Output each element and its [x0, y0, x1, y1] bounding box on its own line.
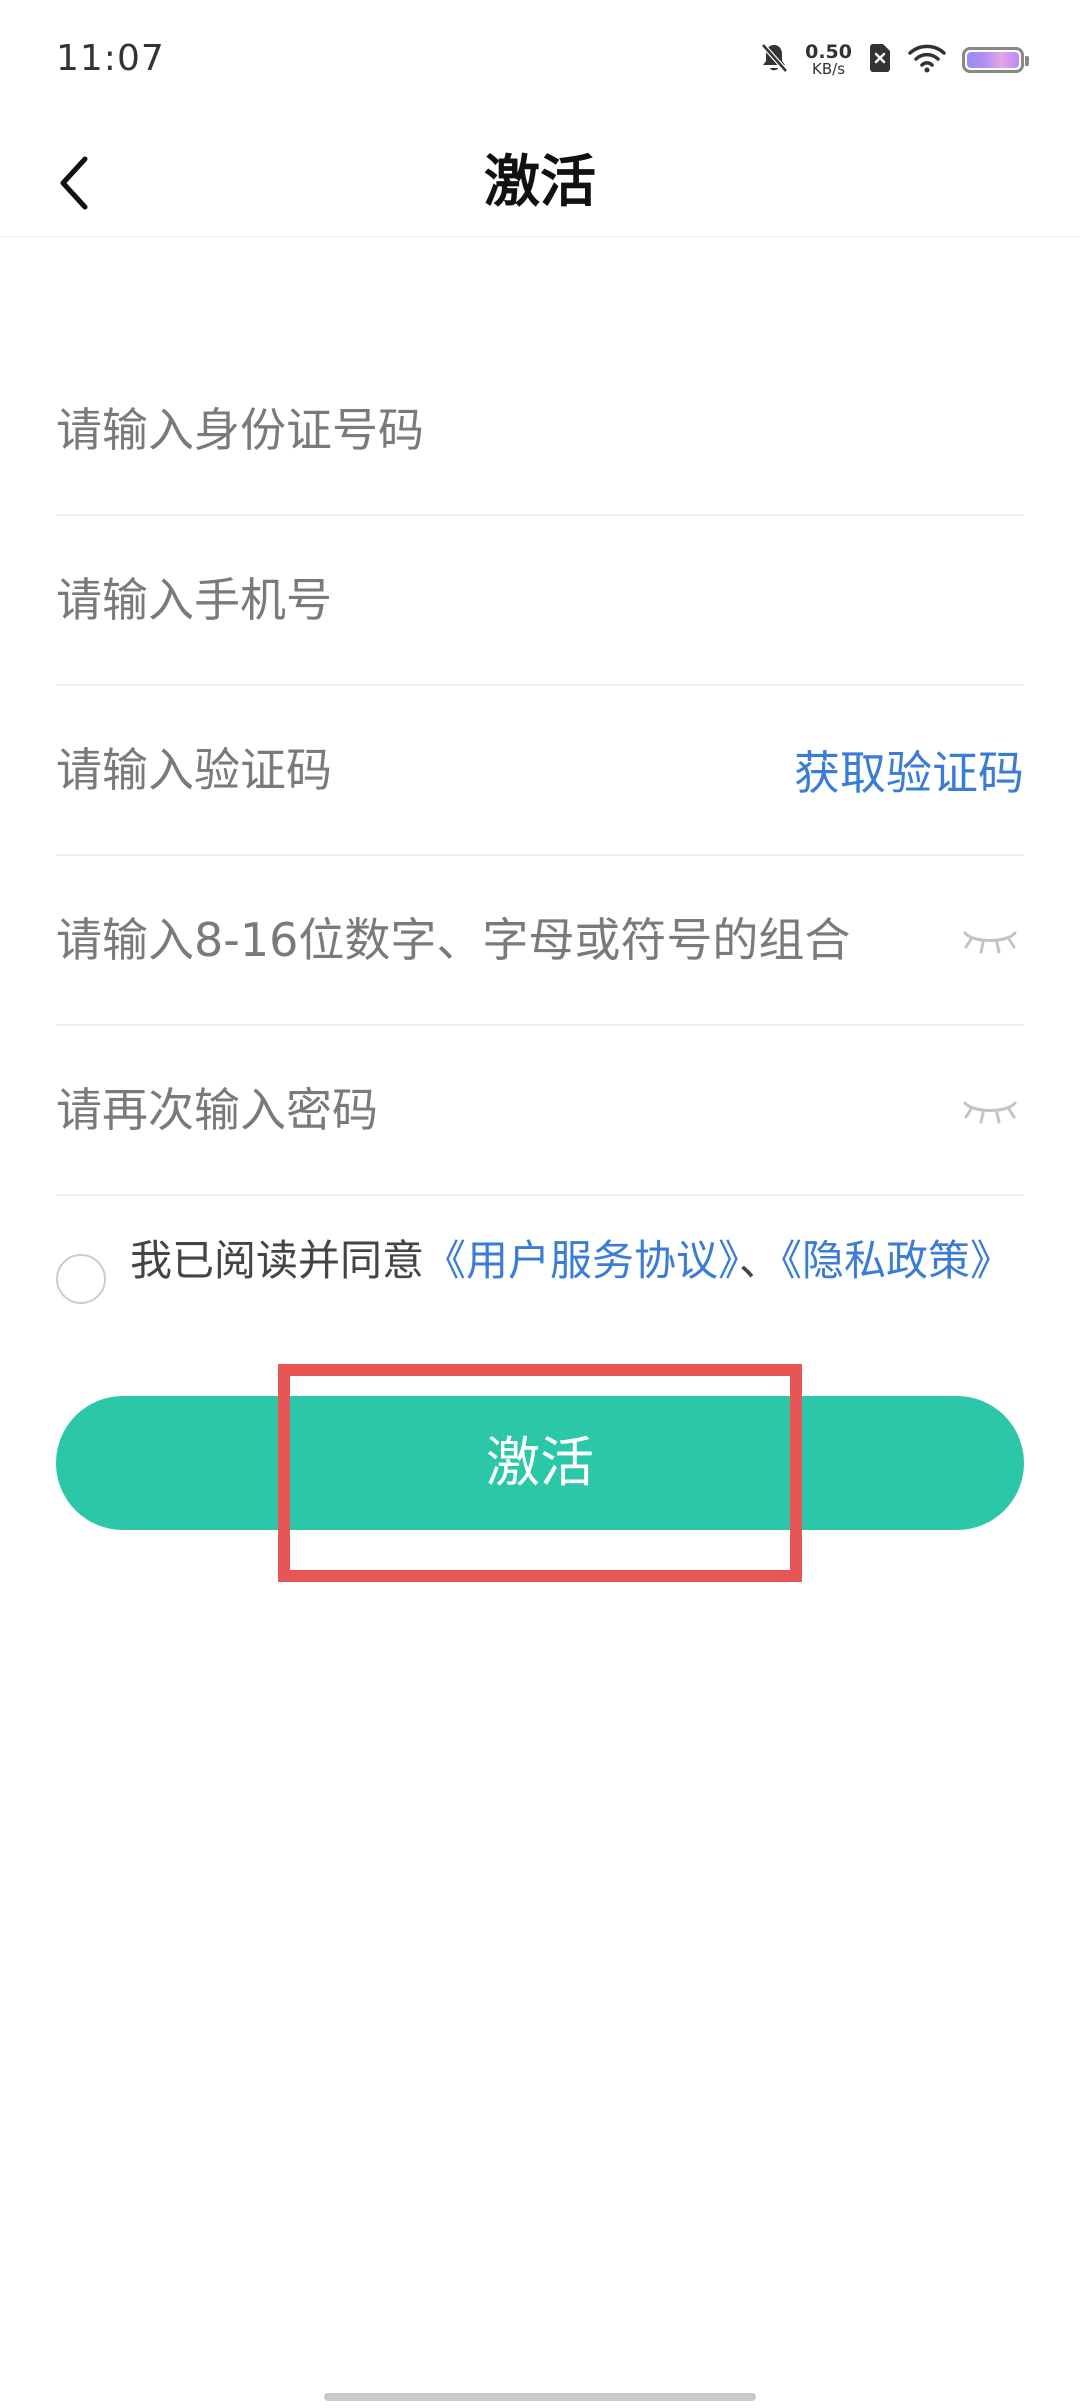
activation-form: 获取验证码	[56, 346, 1024, 1196]
user-agreement-link[interactable]: 《用户服务协议》	[424, 1236, 739, 1285]
password-input[interactable]	[56, 913, 936, 967]
agreement-separator: 、	[739, 1236, 782, 1285]
agreement-radio[interactable]	[56, 1254, 106, 1304]
id-number-input[interactable]	[56, 403, 1024, 457]
agreement-text: 我已阅读并同意《用户服务协议》、《隐私政策》	[130, 1234, 1024, 1288]
verification-code-row: 获取验证码	[56, 686, 1024, 856]
mute-bell-icon	[759, 42, 789, 78]
privacy-policy-link[interactable]: 《隐私政策》	[781, 1236, 1012, 1285]
page-title: 激活	[484, 150, 596, 215]
battery-icon	[962, 47, 1029, 73]
eye-closed-icon[interactable]	[960, 920, 1020, 960]
net-speed-unit: KB/s	[812, 60, 846, 78]
phone-input[interactable]	[56, 573, 1024, 627]
status-bar: 11:07 0.50 KB/s	[0, 0, 1080, 130]
nav-bar: 激活	[0, 130, 1080, 237]
status-icons: 0.50 KB/s	[759, 40, 1029, 80]
password-row	[56, 856, 1024, 1026]
back-button[interactable]	[40, 148, 110, 218]
status-time: 11:07	[56, 38, 165, 79]
net-speed: 0.50 KB/s	[805, 43, 852, 77]
sim-x-icon	[868, 43, 892, 77]
eye-closed-icon[interactable]	[960, 1090, 1020, 1130]
confirm-password-input[interactable]	[56, 1083, 936, 1137]
verification-code-input[interactable]	[56, 743, 756, 797]
home-indicator[interactable]	[324, 2393, 756, 2401]
wifi-icon	[908, 43, 946, 77]
confirm-password-row	[56, 1026, 1024, 1196]
chevron-left-icon	[60, 156, 88, 210]
phone-row	[56, 516, 1024, 686]
id-number-row	[56, 346, 1024, 516]
activate-button[interactable]: 激活	[56, 1396, 1024, 1530]
agreement-prefix: 我已阅读并同意	[130, 1236, 425, 1285]
battery-fill	[967, 52, 1019, 68]
get-code-button[interactable]: 获取验证码	[794, 737, 1024, 803]
agreement-row: 我已阅读并同意《用户服务协议》、《隐私政策》	[56, 1234, 1024, 1304]
